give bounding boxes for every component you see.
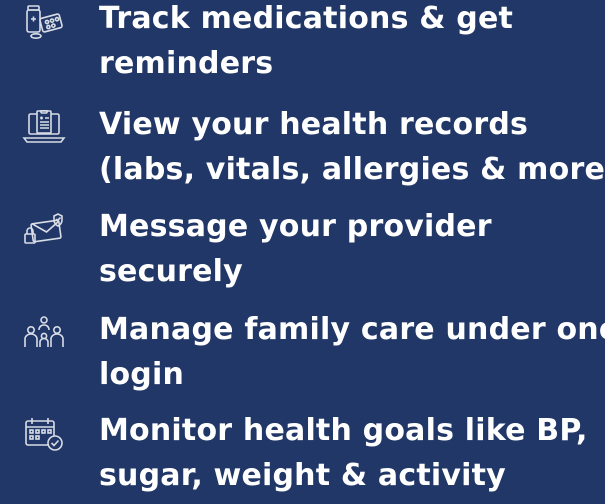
feature-text-line-2: reminders [99,46,274,81]
health-record-icon [22,110,66,146]
feature-text-line-2: login [99,357,185,392]
feature-item-health-records: View your health records (labs, vitals, … [0,102,605,198]
feature-text-line-2: securely [99,254,243,289]
feature-text-line-1: Message your provider [99,209,492,244]
feature-text-line-1: Track medications & get [99,1,514,36]
calendar-goals-icon [22,416,66,452]
medication-icon [22,4,66,40]
feature-item-health-goals: Monitor health goals like BP, sugar, wei… [0,408,605,504]
feature-list-panel: Track medications & get reminders View y… [0,0,605,504]
feature-item-messaging: Message your provider securely [0,204,605,300]
feature-item-family-care: Manage family care under one login [0,307,605,403]
family-icon [22,315,66,351]
feature-text-line-1: Monitor health goals like BP, [99,413,588,448]
feature-text-line-2: (labs, vitals, allergies & more) [99,152,605,187]
feature-item-medications: Track medications & get reminders [0,0,605,92]
secure-message-icon [22,212,66,248]
feature-text-line-2: sugar, weight & activity [99,458,506,493]
feature-text-line-1: View your health records [99,107,529,142]
feature-text-line-1: Manage family care under one [99,312,605,347]
